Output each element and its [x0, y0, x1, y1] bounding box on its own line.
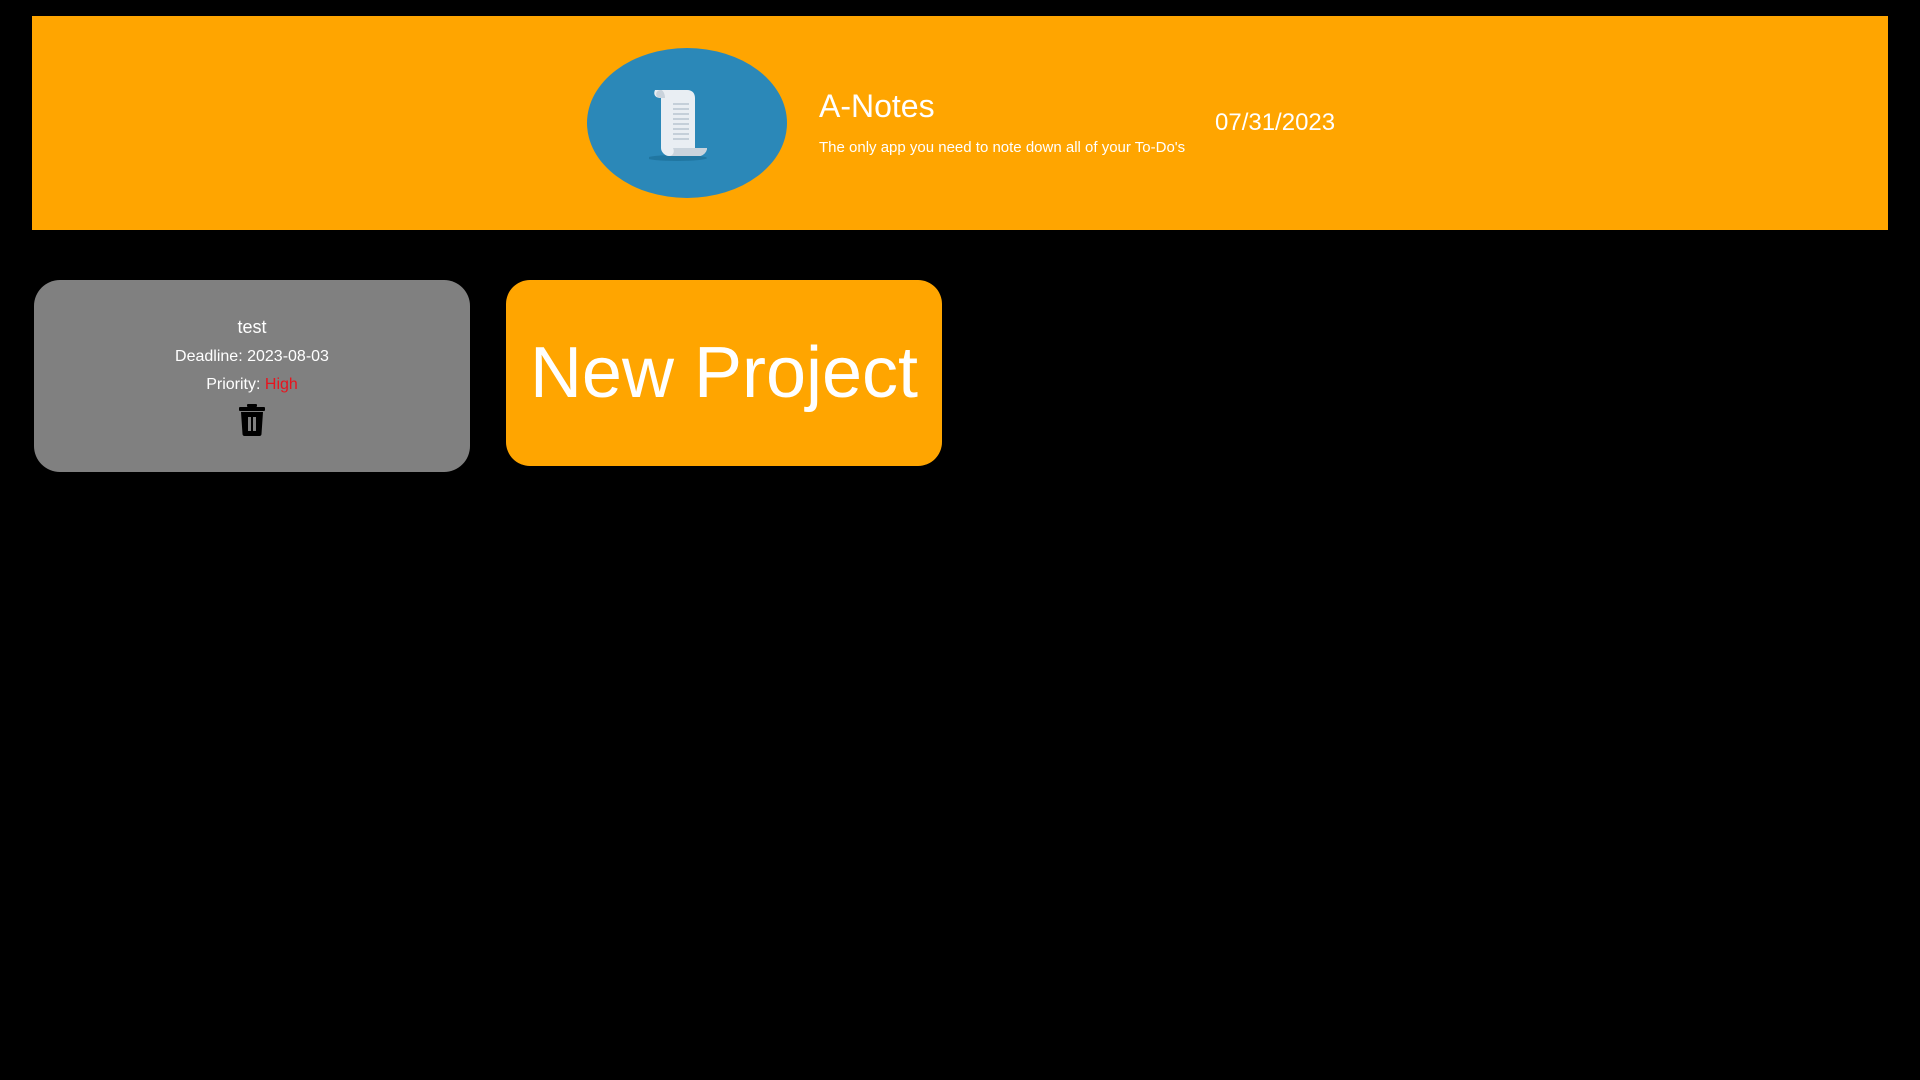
- deadline-label: Deadline:: [175, 348, 243, 365]
- project-deadline: Deadline: 2023-08-03: [34, 347, 470, 367]
- priority-label: Priority:: [206, 376, 261, 393]
- project-priority: Priority: High: [34, 375, 470, 395]
- deadline-value: 2023-08-03: [247, 348, 329, 365]
- app-title: A-Notes: [819, 88, 935, 124]
- logo: [587, 48, 787, 198]
- app-header: A-Notes The only app you need to note do…: [32, 16, 1888, 230]
- scroll-icon: [649, 90, 707, 161]
- trash-icon: [239, 404, 265, 436]
- project-card[interactable]: test Deadline: 2023-08-03 Priority: High: [34, 280, 470, 472]
- priority-value: High: [264, 376, 298, 393]
- app-tagline: The only app you need to note down all o…: [819, 139, 1186, 156]
- current-date: 07/31/2023: [1215, 109, 1336, 136]
- delete-project-button[interactable]: [238, 404, 266, 436]
- brand: A-Notes The only app you need to note do…: [819, 88, 1185, 158]
- project-title: test: [237, 317, 267, 337]
- new-project-button[interactable]: New Project: [506, 280, 942, 466]
